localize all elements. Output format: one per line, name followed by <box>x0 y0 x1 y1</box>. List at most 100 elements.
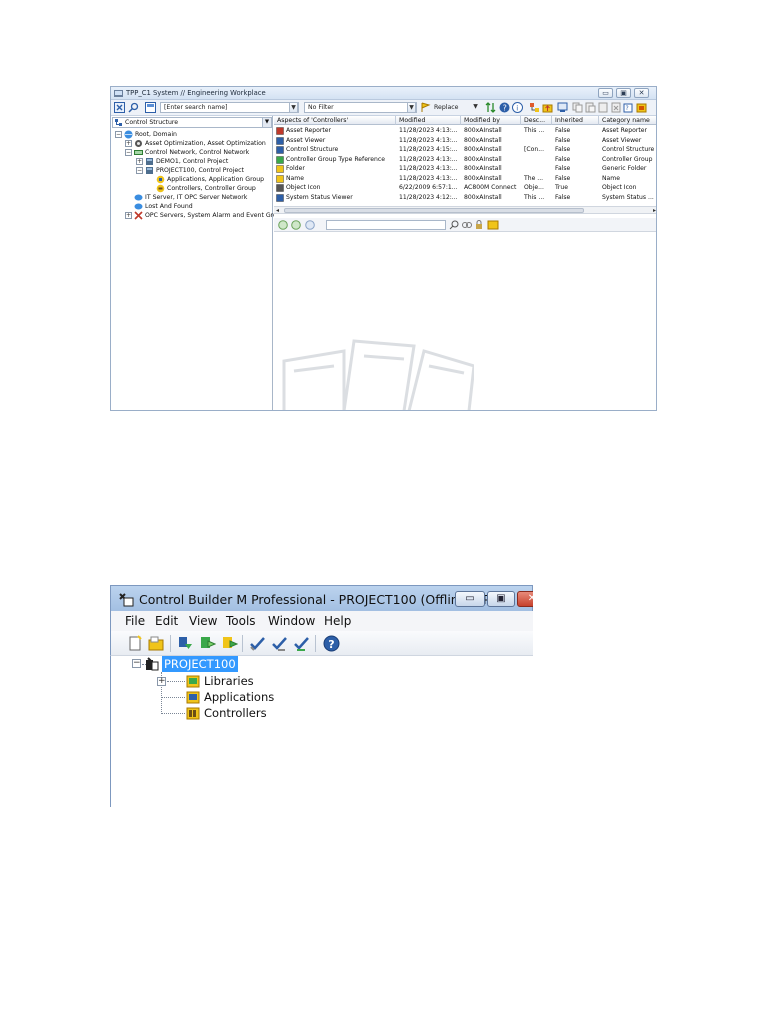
view-icon[interactable] <box>145 102 156 113</box>
horizontal-scrollbar[interactable]: ◂ ▸ <box>274 206 656 214</box>
restore-button[interactable]: ▣ <box>616 88 631 98</box>
column-header-category[interactable]: Category name <box>599 116 656 125</box>
table-cell-desc: The ... <box>524 174 544 182</box>
table-cell-aspect[interactable]: Folder <box>274 164 396 173</box>
table-cell-desc <box>521 164 552 173</box>
filter-select[interactable]: No Filter <box>304 102 417 113</box>
menu-file[interactable]: File <box>125 614 145 628</box>
expand-icon[interactable]: + <box>157 677 166 686</box>
collapse-icon[interactable]: − <box>136 167 143 174</box>
paste-icon[interactable] <box>585 102 596 113</box>
restore-button[interactable]: ▣ <box>487 591 515 607</box>
structure-selector-label: Control Structure <box>125 119 179 126</box>
window-title: Control Builder M Professional - PROJECT… <box>139 592 501 607</box>
structure-selector[interactable]: Control Structure ▼ <box>112 117 272 128</box>
column-header-inherited[interactable]: Inherited <box>552 116 599 125</box>
table-cell-aspect[interactable]: Name <box>274 174 396 183</box>
history-icon[interactable] <box>305 220 315 230</box>
collapse-icon[interactable]: − <box>132 659 141 668</box>
new-project-icon[interactable] <box>127 635 144 652</box>
aspect-path-input[interactable] <box>326 220 446 230</box>
check-icon[interactable] <box>249 635 266 652</box>
filter-flag-icon[interactable] <box>420 102 431 113</box>
table-cell-aspect[interactable]: Control Structure <box>274 145 396 154</box>
close-button[interactable]: ✕ <box>517 591 533 607</box>
control-builder-window: Control Builder M Professional - PROJECT… <box>110 585 533 807</box>
filter-dropdown-arrow[interactable]: ▼ <box>407 102 416 113</box>
forward-icon[interactable] <box>291 220 301 230</box>
table-cell-aspect[interactable]: Controller Group Type Reference <box>274 155 396 164</box>
table-cell-modified-by: 800xAInstall <box>464 165 502 172</box>
table-cell-desc: This ... <box>524 127 545 134</box>
window-title: TPP_C1 System // Engineering Workplace <box>126 89 266 97</box>
menu-edit[interactable]: Edit <box>155 614 178 628</box>
properties-icon[interactable]: ? <box>623 102 634 113</box>
replace-dropdown-arrow[interactable]: ▼ <box>471 102 480 113</box>
help-icon[interactable]: ? <box>323 635 340 652</box>
table-cell-aspect[interactable]: Asset Reporter <box>274 126 396 135</box>
check-all-icon[interactable] <box>271 635 288 652</box>
list-view-icon[interactable] <box>487 220 499 230</box>
collapse-icon[interactable]: − <box>115 131 122 138</box>
delete-icon[interactable] <box>611 102 622 113</box>
sort-icon[interactable] <box>485 102 496 113</box>
table-cell-modified-by: 800xAInstall <box>464 136 502 144</box>
hierarchy-icon[interactable] <box>529 102 540 113</box>
control-project-icon <box>146 167 153 174</box>
folder-up-icon[interactable] <box>542 102 553 113</box>
column-header-modified-by[interactable]: Modified by <box>461 116 521 125</box>
download-icon[interactable] <box>177 635 194 652</box>
table-cell-aspect[interactable]: Asset Viewer <box>274 136 396 145</box>
open-project-icon[interactable] <box>148 635 165 652</box>
verify-icon[interactable] <box>293 635 310 652</box>
replace-label[interactable]: Replace <box>434 104 458 111</box>
menu-view[interactable]: View <box>189 614 217 628</box>
aspect-icon <box>276 136 284 145</box>
column-header-description[interactable]: Desc... <box>521 116 552 125</box>
toolbar-separator <box>315 635 316 652</box>
menu-tools[interactable]: Tools <box>226 614 256 628</box>
collapse-icon[interactable]: − <box>125 149 132 156</box>
controller-group-icon <box>156 184 165 193</box>
tree-connector <box>162 713 185 714</box>
menu-window[interactable]: Window <box>268 614 315 628</box>
table-cell-modified-by: 800xAInstall <box>464 146 502 153</box>
lock-icon[interactable] <box>474 220 484 230</box>
toolbar-separator <box>170 635 171 652</box>
search-input[interactable]: [Enter search name] <box>160 102 299 113</box>
scroll-right-icon[interactable]: ▸ <box>653 207 656 214</box>
close-button[interactable]: ✕ <box>634 88 649 98</box>
libraries-icon <box>186 675 200 688</box>
library-icon[interactable] <box>636 102 647 113</box>
minimize-button[interactable]: ▭ <box>455 591 485 607</box>
expand-icon[interactable]: + <box>125 212 132 219</box>
search-aspect-icon[interactable] <box>449 220 459 230</box>
table-cell-aspect[interactable]: Object Icon <box>274 183 396 192</box>
restore-icon: ▣ <box>620 89 627 97</box>
tree-node-label: PROJECT100 <box>162 656 238 672</box>
go-online-icon[interactable] <box>199 635 216 652</box>
close-view-icon[interactable] <box>114 102 125 113</box>
scroll-left-icon[interactable]: ◂ <box>276 207 279 214</box>
test-mode-icon[interactable] <box>221 635 238 652</box>
scrollbar-thumb[interactable] <box>284 208 584 213</box>
cut-icon[interactable] <box>598 102 609 113</box>
copy-icon[interactable] <box>572 102 583 113</box>
info-icon[interactable]: i <box>512 102 523 113</box>
back-icon[interactable] <box>278 220 288 230</box>
minimize-button[interactable]: ▭ <box>598 88 613 98</box>
table-cell-desc <box>521 155 552 164</box>
column-header-aspects[interactable]: Aspects of 'Controllers' <box>274 116 396 125</box>
column-header-modified[interactable]: Modified <box>396 116 461 125</box>
table-cell-modified: 11/28/2023 4:13:... <box>399 136 458 144</box>
table-cell-aspect[interactable]: System Status Viewer <box>274 193 396 202</box>
search-dropdown-arrow[interactable]: ▼ <box>289 102 298 113</box>
structure-dropdown-arrow[interactable]: ▼ <box>262 118 271 127</box>
find-icon[interactable] <box>128 102 139 113</box>
expand-icon[interactable]: + <box>136 158 143 165</box>
expand-icon[interactable]: + <box>125 140 132 147</box>
menu-help[interactable]: Help <box>324 614 351 628</box>
link-icon[interactable] <box>462 220 472 230</box>
screen-icon[interactable] <box>557 102 568 113</box>
help-icon[interactable]: ? <box>499 102 510 113</box>
